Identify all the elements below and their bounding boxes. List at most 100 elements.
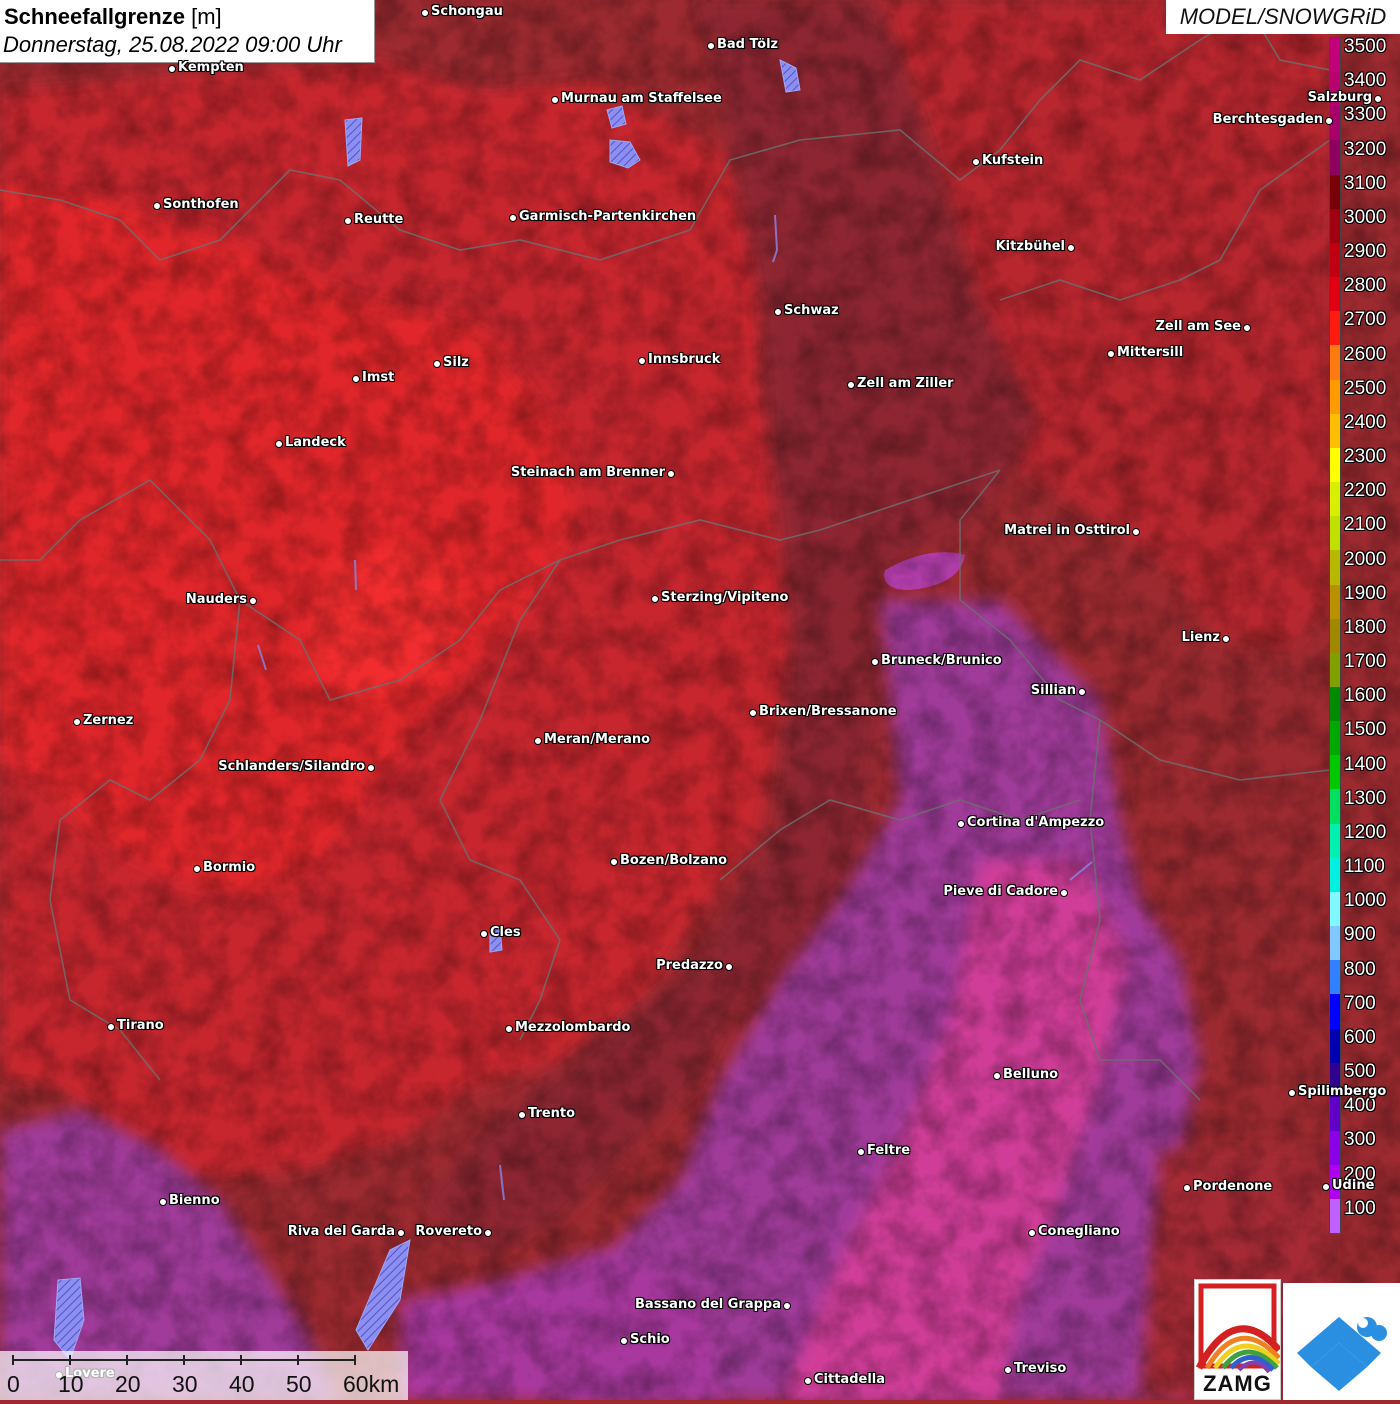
legend-label: 3500 bbox=[1344, 36, 1387, 57]
legend-swatch bbox=[1330, 1199, 1340, 1234]
zamg-logo-text: ZAMG bbox=[1203, 1371, 1272, 1396]
title-unit: [m] bbox=[191, 4, 222, 29]
legend-label: 300 bbox=[1344, 1129, 1376, 1151]
city-dot-icon bbox=[534, 737, 542, 745]
legend-swatch bbox=[1330, 311, 1340, 346]
city-dot-icon bbox=[707, 42, 715, 50]
city-label: Treviso bbox=[1014, 1361, 1067, 1376]
legend-swatch bbox=[1330, 857, 1340, 892]
city-label: Mittersill bbox=[1117, 345, 1184, 360]
city-dot-icon bbox=[774, 308, 782, 316]
scale-label: 20 bbox=[115, 1371, 141, 1397]
city-label: Zernez bbox=[83, 713, 134, 728]
city-dot-icon bbox=[352, 375, 360, 383]
city-label: Meran/Merano bbox=[544, 732, 651, 747]
legend-label: 2000 bbox=[1344, 548, 1387, 570]
legend-swatch bbox=[1330, 652, 1340, 687]
legend-label: 1600 bbox=[1344, 685, 1387, 707]
legend-label: 1700 bbox=[1344, 651, 1387, 673]
city-label: Sillian bbox=[1030, 683, 1076, 698]
scale-bar: 0 10 20 30 40 50 60km bbox=[0, 1351, 408, 1400]
city-label: Sonthofen bbox=[163, 197, 239, 212]
legend-swatch bbox=[1330, 686, 1340, 722]
city-dot-icon bbox=[667, 470, 675, 478]
city-label: Schlanders/Silandro bbox=[218, 759, 365, 774]
city-label: Rovereto bbox=[415, 1224, 482, 1239]
city-dot-icon bbox=[433, 360, 441, 368]
city-dot-icon bbox=[857, 1148, 865, 1156]
legend-label: 1100 bbox=[1344, 856, 1385, 878]
city-dot-icon bbox=[421, 9, 429, 17]
legend-label: 3100 bbox=[1344, 172, 1387, 194]
legend-swatch bbox=[1330, 755, 1340, 790]
snowgrid-logo bbox=[1283, 1283, 1400, 1400]
city-dot-icon bbox=[725, 963, 733, 971]
legend-label: 1500 bbox=[1344, 719, 1387, 741]
city-dot-icon bbox=[518, 1111, 526, 1119]
legend-swatch bbox=[1330, 891, 1340, 927]
city-label: Zell am See bbox=[1155, 319, 1241, 334]
legend-label: 600 bbox=[1344, 1026, 1376, 1048]
city-dot-icon bbox=[1060, 889, 1068, 897]
scale-label: 30 bbox=[172, 1371, 198, 1397]
legend-label: 500 bbox=[1344, 1061, 1376, 1083]
city-label: Innsbruck bbox=[648, 352, 721, 367]
city-label: Predazzo bbox=[656, 958, 723, 973]
scale-label: 40 bbox=[229, 1371, 255, 1397]
legend-swatch bbox=[1330, 721, 1340, 756]
scale-tick bbox=[126, 1355, 128, 1365]
legend-swatch bbox=[1330, 1096, 1340, 1131]
legend-swatch bbox=[1330, 960, 1340, 995]
city-dot-icon bbox=[480, 930, 488, 938]
city-label: Cles bbox=[490, 925, 521, 940]
city-dot-icon bbox=[804, 1377, 812, 1385]
city-label: Sterzing/Vipiteno bbox=[661, 590, 789, 605]
legend-label: 2100 bbox=[1344, 514, 1387, 536]
city-label: Kempten bbox=[178, 60, 244, 75]
legend-swatch bbox=[1330, 1131, 1340, 1166]
legend-swatch bbox=[1330, 1028, 1340, 1063]
city-label: Riva del Garda bbox=[287, 1224, 395, 1239]
city-dot-icon bbox=[1243, 324, 1251, 332]
city-label: Berchtesgaden bbox=[1212, 112, 1323, 127]
city-label: Kitzbühel bbox=[995, 239, 1065, 254]
city-dot-icon bbox=[620, 1337, 628, 1345]
scale-tick bbox=[354, 1355, 356, 1365]
city-label: Lienz bbox=[1181, 630, 1220, 645]
map-title: Schneefallgrenze [m] bbox=[4, 4, 222, 30]
city-label: Bormio bbox=[203, 860, 256, 875]
city-dot-icon bbox=[749, 709, 757, 717]
city-dot-icon bbox=[993, 1072, 1001, 1080]
city-label: Cittadella bbox=[814, 1372, 886, 1387]
legend-label: 100 bbox=[1344, 1197, 1376, 1219]
legend-label: 3300 bbox=[1344, 104, 1387, 126]
city-dot-icon bbox=[344, 217, 352, 225]
city-dot-icon bbox=[107, 1023, 115, 1031]
legend-swatch bbox=[1330, 174, 1340, 209]
city-dot-icon bbox=[168, 65, 176, 73]
city-label: Schwaz bbox=[784, 303, 839, 318]
legend-label: 1200 bbox=[1344, 821, 1387, 843]
legend-label: 2300 bbox=[1344, 446, 1387, 468]
legend-label: 2600 bbox=[1344, 343, 1387, 365]
city-label: Bad Tölz bbox=[717, 37, 779, 52]
city-dot-icon bbox=[153, 202, 161, 210]
city-label: Bozen/Bolzano bbox=[620, 853, 728, 868]
legend-label: 3400 bbox=[1344, 70, 1387, 92]
legend-swatch bbox=[1330, 140, 1340, 175]
legend-swatch bbox=[1330, 447, 1340, 483]
legend-swatch bbox=[1330, 208, 1340, 243]
city-dot-icon bbox=[871, 658, 879, 666]
legend-label: 1300 bbox=[1344, 787, 1387, 809]
city-dot-icon bbox=[1222, 635, 1230, 643]
city-label: Zell am Ziller bbox=[857, 376, 954, 391]
city-dot-icon bbox=[610, 858, 618, 866]
city-dot-icon bbox=[847, 381, 855, 389]
city-dot-icon bbox=[193, 865, 201, 873]
legend-swatch bbox=[1330, 550, 1340, 585]
legend-label: 1900 bbox=[1344, 582, 1387, 604]
legend-swatch bbox=[1330, 345, 1340, 380]
legend-label: 3000 bbox=[1344, 206, 1387, 228]
city-label: Bassano del Grappa bbox=[635, 1297, 781, 1312]
city-dot-icon bbox=[1322, 1183, 1330, 1191]
